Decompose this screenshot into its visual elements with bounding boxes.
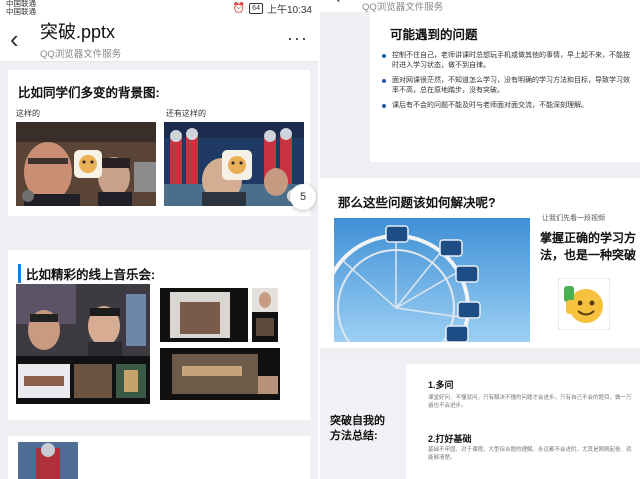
video-call-screenshot-left	[16, 122, 156, 206]
summary-title-line-1: 突破自我的	[330, 415, 385, 427]
summary-item-text: 基础不牢固、对于课程、大型综合题的理解、永远都不会进阶，尤其是刚刚起卷、就能够清…	[428, 447, 632, 461]
status-bar: 中国联通 中国联通 ⏰ 64 上午10:34	[0, 0, 318, 16]
carrier-label: 中国联通	[6, 7, 36, 16]
summary-item-text: 课堂好问、不懂就问，只有解决不懂的问题才会进步。只有自己不会的题目，做一万遍也不…	[428, 395, 632, 409]
back-arrow-icon[interactable]: ‹	[334, 0, 341, 9]
problem-list: 控制不住自己，老师讲课时总想玩手机或做其他的事情，早上起不来，不能按时进入学习状…	[382, 51, 630, 111]
concert-video-collage-left	[16, 284, 150, 404]
slide-partial	[8, 436, 310, 479]
slide-heading: 那么这些问题该如何解决呢?	[338, 196, 496, 210]
summary-item-title: 1.多问	[428, 380, 454, 390]
list-item: 控制不住自己，老师讲课时总想玩手机或做其他的事情，早上起不来，不能按时进入学习状…	[382, 51, 630, 71]
caption-right: 还有这样的	[166, 109, 206, 118]
battery-icon: 64	[249, 2, 263, 14]
list-item: 课后有不会的问题不能及时与老师面对面交流，不能深刻理解。	[382, 101, 630, 111]
slide-heading: 比如同学们多变的背景图:	[18, 86, 160, 100]
app-bar-partial: ‹ QQ浏览器文件服务	[320, 0, 640, 13]
list-item: 面对网课很茫然，不知道怎么学习，没有明确的学习方法和目标，导致学习效率不高，总在…	[382, 76, 630, 96]
summary-side-panel: 突破自我的 方法总结:	[320, 364, 406, 479]
thumbs-up-emoji-icon	[558, 278, 610, 330]
emphasis-line-1: 掌握正确的学习方	[539, 231, 636, 245]
concert-video-collage-right	[158, 284, 302, 404]
slide-online-concert: 比如精彩的线上音乐会:	[8, 250, 310, 420]
document-title: 突破.pptx	[40, 21, 116, 42]
summary-item-title: 2.打好基础	[428, 434, 472, 444]
app-bar: ‹ 突破.pptx QQ浏览器文件服务 ···	[0, 16, 318, 62]
summary-title-line-2: 方法总结:	[330, 430, 378, 442]
slide-emphasis-text: 掌握正确的学习方 法，也是一种突破	[538, 230, 638, 264]
slide-heading: 比如精彩的线上音乐会:	[18, 264, 310, 283]
video-call-screenshot-right	[164, 122, 304, 206]
ferris-wheel-image	[334, 218, 530, 342]
left-phone-screen: 中国联通 中国联通 ⏰ 64 上午10:34 ‹ 突破.pptx QQ浏览器文件…	[0, 0, 318, 479]
right-phone-screen: ‹ QQ浏览器文件服务 可能遇到的问题 控制不住自己，老师讲课时总想玩手机或做其…	[320, 0, 640, 479]
slide-backgrounds: 比如同学们多变的背景图: 这样的 还有这样的	[8, 70, 310, 216]
summary-title: 突破自我的 方法总结:	[330, 414, 385, 444]
slide-problems: 可能遇到的问题 控制不住自己，老师讲课时总想玩手机或做其他的事情，早上起不来，不…	[370, 12, 640, 162]
clock-time: 上午10:34	[266, 4, 312, 16]
slide-summary: 突破自我的 方法总结: 1.多问 课堂好问、不懂就问，只有解决不懂的问题才会进步…	[320, 364, 640, 479]
slide-solutions: 那么这些问题该如何解决呢? 让我们先看一段视频 掌握正确的学习方 法，也是一种突…	[320, 178, 640, 348]
alarm-icon: ⏰	[232, 2, 246, 14]
video-hint-text: 让我们先看一段视频	[542, 215, 605, 222]
hero-thumbnail	[18, 442, 78, 479]
caption-left: 这样的	[16, 109, 40, 118]
back-arrow-icon[interactable]: ‹	[10, 26, 32, 52]
slide-heading: 可能遇到的问题	[390, 28, 478, 42]
document-subtitle: QQ浏览器文件服务	[40, 48, 122, 60]
page-number-indicator[interactable]: 5	[290, 184, 316, 210]
emphasis-line-2: 法，也是一种突破	[539, 248, 636, 262]
more-menu-icon[interactable]: ···	[287, 28, 308, 49]
